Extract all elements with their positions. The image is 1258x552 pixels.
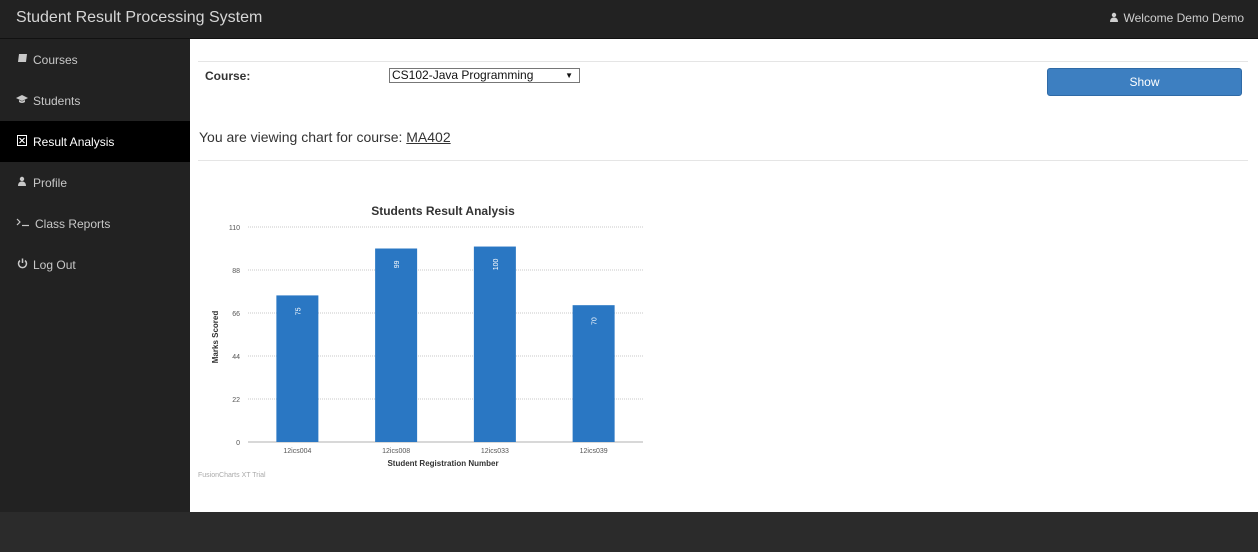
bar-value-label: 100 — [493, 258, 500, 270]
sidebar-item-courses[interactable]: Courses — [0, 39, 190, 80]
sidebar: Courses Students Result Analysis Profile… — [0, 39, 190, 512]
divider — [198, 160, 1248, 161]
chart-bar[interactable] — [276, 295, 319, 442]
sidebar-item-students[interactable]: Students — [0, 80, 190, 121]
result-chart: Students Result Analysis Marks Scored St… — [198, 194, 658, 484]
sidebar-item-label: Result Analysis — [33, 134, 115, 149]
power-icon — [16, 258, 28, 272]
course-select-value: CS102-Java Programming — [392, 68, 534, 82]
y-tick-label: 110 — [229, 225, 240, 232]
y-tick-label: 44 — [232, 354, 240, 361]
chart-file-icon — [16, 134, 28, 149]
course-code-link[interactable]: MA402 — [406, 129, 450, 145]
x-tick-label: 12ics039 — [580, 448, 608, 455]
terminal-icon — [16, 217, 30, 230]
sidebar-item-log-out[interactable]: Log Out — [0, 244, 190, 285]
app-title[interactable]: Student Result Processing System — [16, 9, 262, 27]
chart-watermark: FusionCharts XT Trial — [198, 472, 266, 479]
chart-bar[interactable] — [473, 246, 516, 442]
welcome-text: Welcome Demo Demo — [1123, 11, 1244, 25]
chevron-down-icon: ▼ — [565, 71, 573, 80]
chart-title: Students Result Analysis — [371, 204, 515, 218]
course-select[interactable]: CS102-Java Programming ▼ — [389, 68, 580, 83]
sidebar-item-label: Students — [33, 93, 81, 108]
y-tick-label: 22 — [232, 397, 240, 404]
sidebar-item-class-reports[interactable]: Class Reports — [0, 203, 190, 244]
user-icon — [1108, 12, 1120, 25]
graduation-cap-icon — [16, 94, 28, 107]
sidebar-item-label: Log Out — [33, 257, 76, 272]
y-tick-label: 66 — [232, 311, 240, 318]
sidebar-item-result-analysis[interactable]: Result Analysis — [0, 121, 190, 162]
chart-xlabel: Student Registration Number — [387, 459, 498, 468]
course-label: Course: — [205, 69, 251, 83]
divider — [198, 61, 1248, 62]
x-tick-label: 12ics008 — [382, 448, 410, 455]
viewing-text: You are viewing chart for course: MA402 — [199, 129, 451, 145]
sidebar-item-label: Courses — [33, 52, 78, 67]
y-tick-label: 0 — [236, 440, 240, 447]
bar-value-label: 75 — [295, 307, 302, 315]
main-content: Course: CS102-Java Programming ▼ Show Yo… — [190, 39, 1258, 512]
show-button[interactable]: Show — [1047, 68, 1242, 96]
chart-ylabel: Marks Scored — [211, 311, 220, 364]
viewing-prefix: You are viewing chart for course: — [199, 129, 407, 145]
chart-bar[interactable] — [375, 248, 418, 443]
sidebar-item-profile[interactable]: Profile — [0, 162, 190, 203]
book-icon — [16, 53, 28, 66]
sidebar-item-label: Profile — [33, 175, 68, 190]
user-icon — [16, 176, 28, 189]
y-tick-label: 88 — [232, 268, 240, 275]
top-navbar: Student Result Processing System Welcome… — [0, 0, 1258, 39]
bar-value-label: 99 — [394, 260, 401, 268]
welcome-user[interactable]: Welcome Demo Demo — [1108, 11, 1244, 25]
sidebar-item-label: Class Reports — [35, 216, 111, 231]
x-tick-label: 12ics004 — [283, 448, 311, 455]
x-tick-label: 12ics033 — [481, 448, 509, 455]
chart-svg: Students Result Analysis Marks Scored St… — [211, 204, 643, 468]
bar-value-label: 70 — [592, 317, 599, 325]
footer-bar — [0, 512, 1258, 552]
